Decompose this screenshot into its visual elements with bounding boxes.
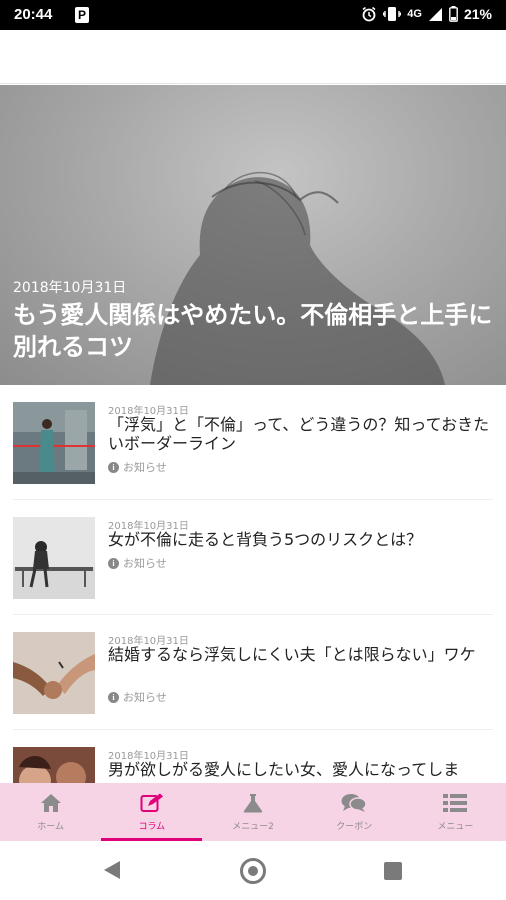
tab-label: クーポン <box>336 822 373 832</box>
article-category-label: お知らせ <box>123 557 167 570</box>
home-icon <box>40 794 61 812</box>
article-category: i お知らせ <box>108 689 167 705</box>
article-title[interactable]: 「浮気」と「不倫」って、どう違うの？知っておきたいボーダーライン <box>108 415 493 453</box>
tab-home[interactable]: ホーム <box>0 783 101 841</box>
recent-apps-button[interactable] <box>384 862 402 880</box>
tab-menu[interactable]: メニュー <box>405 783 506 841</box>
article-category: i お知らせ <box>108 555 167 571</box>
tab-label: メニュー2 <box>232 822 274 832</box>
info-icon: i <box>108 691 119 703</box>
article-title[interactable]: 結婚するなら浮気しにくい夫「とは限らない」ワケ <box>108 645 493 664</box>
article-category-label: お知らせ <box>123 691 167 704</box>
chat-icon <box>341 794 367 812</box>
home-button[interactable] <box>240 858 266 884</box>
article-category-label: お知らせ <box>123 461 167 474</box>
list-item[interactable]: 2018年10月31日 女が不倫に走ると背負う5つのリスクとは？ i お知らせ <box>13 500 493 615</box>
list-item[interactable]: 2018年10月31日 「浮気」と「不倫」って、どう違うの？知っておきたいボーダ… <box>13 385 493 500</box>
bottom-tab-bar: ホーム コラム メニュー2 クーポン メニュー <box>0 783 506 841</box>
article-category: i お知らせ <box>108 459 167 475</box>
app-header <box>0 30 506 84</box>
tab-coupon[interactable]: クーポン <box>304 783 405 841</box>
info-icon: i <box>108 557 119 569</box>
article-thumbnail <box>13 517 95 599</box>
alarm-icon <box>362 6 376 22</box>
status-icons: 4G 21% <box>361 6 492 22</box>
tab-label: メニュー <box>437 822 474 832</box>
app-notification-icon: P <box>75 7 89 23</box>
battery-icon <box>449 6 458 22</box>
hero-date: 2018年10月31日 <box>13 280 127 296</box>
edit-icon <box>140 793 163 812</box>
article-title[interactable]: 男が欲しがる愛人にしたい女、愛人になってしま <box>108 760 493 779</box>
battery-level: 21% <box>463 6 492 22</box>
hero-title[interactable]: もう愛人関係はやめたい。不倫相手と上手に別れるコツ <box>13 299 493 363</box>
flask-icon <box>243 794 263 813</box>
signal-icon <box>428 7 442 21</box>
tab-menu2[interactable]: メニュー2 <box>202 783 303 841</box>
back-icon[interactable] <box>103 860 121 880</box>
tab-label: ホーム <box>37 822 64 832</box>
info-icon: i <box>108 461 119 473</box>
list-icon <box>443 794 468 812</box>
tab-column[interactable]: コラム <box>101 783 203 841</box>
status-bar: 20:44 P 4G 21% <box>0 0 506 30</box>
hero-article[interactable]: 2018年10月31日 もう愛人関係はやめたい。不倫相手と上手に別れるコツ <box>0 85 506 385</box>
status-time: 20:44 <box>14 6 53 23</box>
article-title[interactable]: 女が不倫に走ると背負う5つのリスクとは？ <box>108 530 493 549</box>
list-item[interactable]: 2018年10月31日 結婚するなら浮気しにくい夫「とは限らない」ワケ i お知… <box>13 615 493 730</box>
tab-label: コラム <box>138 822 166 832</box>
network-type: 4G <box>407 8 422 20</box>
article-thumbnail <box>13 402 95 484</box>
article-thumbnail <box>13 632 95 714</box>
vibrate-icon <box>383 7 402 21</box>
system-nav-bar <box>0 841 506 900</box>
